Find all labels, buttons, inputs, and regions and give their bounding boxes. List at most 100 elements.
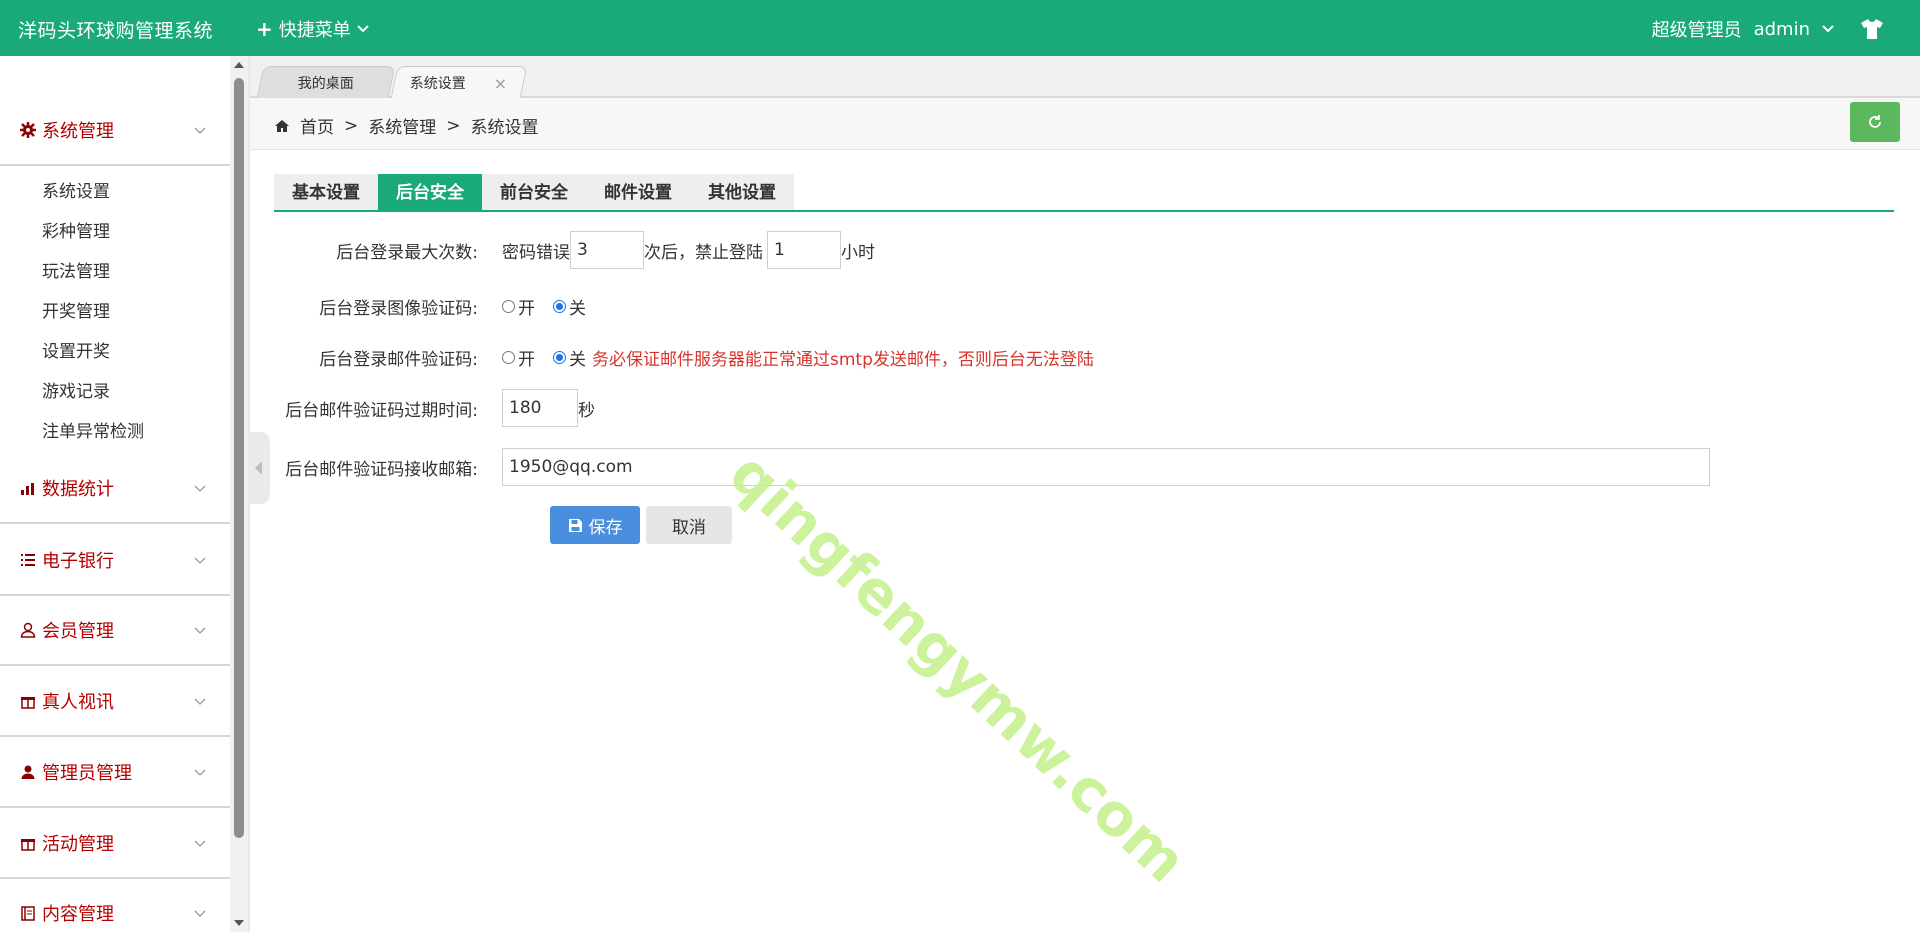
breadcrumb: 首页 > 系统管理 > 系统设置 [274,113,539,138]
sidebar-group-label: 数据统计 [42,479,114,500]
scrollbar-thumb[interactable] [234,78,244,838]
tab-label: 系统设置 [410,75,467,92]
breadcrumb-home[interactable]: 首页 [300,113,334,138]
sidebar-item-lottery-types[interactable]: 彩种管理 [0,212,230,252]
sidebar-item-play-rules[interactable]: 玩法管理 [0,252,230,292]
form-row-email-expire: 后台邮件验证码过期时间: 180 秒 [274,389,1894,427]
sidebar-item-content[interactable]: 内容管理 [0,879,230,932]
sidebar-group-activities: 活动管理 [0,809,230,879]
tab-frontend-security[interactable]: 前台安全 [482,174,586,212]
sidebar-item-members[interactable]: 会员管理 [0,596,230,666]
radio-label: 关 [569,350,586,370]
tab-my-desktop[interactable]: 我的桌面 [256,66,396,98]
email-expire-unit: 秒 [578,400,595,421]
breadcrumb-separator: > [344,115,359,136]
email-expire-label: 后台邮件验证码过期时间: [285,400,478,421]
gear-icon [20,122,36,138]
sidebar-item-admins[interactable]: 管理员管理 [0,738,230,808]
tab-basic-settings[interactable]: 基本设置 [274,174,378,212]
sidebar-item-live-video[interactable]: 真人视讯 [0,667,230,737]
username: admin [1753,18,1810,40]
bar-chart-icon [21,483,34,495]
close-icon[interactable]: × [494,73,507,92]
breadcrumb-level2: 系统设置 [470,118,539,138]
tab-system-settings[interactable]: 系统设置 × [390,66,528,98]
form-row-email-captcha: 后台登录邮件验证码: 开 关 务必保证邮件服务器能正常通过smtp发送邮件，否则… [274,345,1894,370]
document-tab-bar: 我的桌面 系统设置 × [250,56,1920,98]
refresh-button[interactable] [1850,102,1900,142]
chevron-down-icon [194,127,206,134]
image-captcha-on-radio[interactable]: 开 [502,294,535,319]
radio-circle-checked [553,300,566,313]
breadcrumb-separator: > [446,115,461,136]
form-row-max-login: 后台登录最大次数: 密码错误 3 次后，禁止登陆 1 小时 [274,231,1894,269]
sidebar-item-draw-management[interactable]: 开奖管理 [0,292,230,332]
sidebar-item-activities[interactable]: 活动管理 [0,809,230,879]
sidebar-item-set-draw[interactable]: 设置开奖 [0,332,230,372]
login-attempts-input[interactable]: 3 [570,231,644,269]
chevron-down-icon [194,557,206,564]
refresh-icon [1869,115,1881,128]
email-receiver-label: 后台邮件验证码接收邮箱: [285,459,478,480]
form-row-email-receiver: 后台邮件验证码接收邮箱: 1950@qq.com [274,448,1894,486]
save-label: 保存 [588,517,623,538]
sidebar-item-system-management[interactable]: 系统管理 [0,96,230,166]
chevron-down-icon [194,769,206,776]
gift-icon [21,697,35,709]
sidebar-group-stats: 数据统计 [0,454,230,524]
breadcrumb-bar: 首页 > 系统管理 > 系统设置 [250,98,1920,150]
radio-label: 开 [518,350,535,370]
sidebar-group-label: 内容管理 [42,904,114,925]
sidebar-group-label: 真人视讯 [42,692,114,713]
chevron-down-icon [1822,25,1834,33]
email-captcha-label: 后台登录邮件验证码: [319,350,478,370]
sidebar-collapse-handle[interactable] [248,432,270,504]
scroll-down-arrow-icon[interactable] [234,920,244,926]
max-login-middle: 次后，禁止登陆 [644,242,763,263]
sidebar-submenu: 系统设置 彩种管理 玩法管理 开奖管理 设置开奖 游戏记录 注单异常检测 [0,166,230,452]
skin-shirt-icon[interactable] [1860,18,1884,40]
sidebar-group-label: 系统管理 [42,121,114,142]
quick-menu-button[interactable]: + 快捷菜单 [256,16,369,42]
tab-other-settings[interactable]: 其他设置 [690,174,794,212]
sidebar-item-e-bank[interactable]: 电子银行 [0,526,230,596]
sidebar-group-label: 会员管理 [42,621,114,642]
sidebar-item-game-records[interactable]: 游戏记录 [0,372,230,412]
chevron-down-icon [194,840,206,847]
quick-menu-label: 快捷菜单 [278,20,351,41]
tab-backend-security[interactable]: 后台安全 [378,174,482,212]
form-row-image-captcha: 后台登录图像验证码: 开 关 [274,294,1894,319]
breadcrumb-level1[interactable]: 系统管理 [368,113,436,138]
max-login-suffix: 小时 [841,242,875,263]
sidebar-group-label: 活动管理 [42,834,114,855]
user-filled-icon [21,765,35,779]
home-icon [275,119,289,132]
radio-label: 开 [518,299,535,319]
max-login-label: 后台登录最大次数: [336,242,478,263]
tab-label: 我的桌面 [297,75,354,92]
user-role: 超级管理员 [1651,20,1742,41]
sidebar-scrollbar[interactable] [230,56,248,932]
sidebar: 系统管理 系统设置 彩种管理 玩法管理 开奖管理 设置开奖 游戏记录 注单异常检… [0,56,230,932]
email-receiver-input[interactable]: 1950@qq.com [502,448,1710,486]
cancel-button[interactable]: 取消 [646,506,732,544]
email-expire-input[interactable]: 180 [502,389,578,427]
image-captcha-off-radio[interactable]: 关 [553,294,586,319]
scroll-up-arrow-icon[interactable] [234,62,244,68]
floppy-disk-icon [568,518,582,532]
sidebar-group-label: 管理员管理 [42,763,132,784]
email-captcha-off-radio[interactable]: 关 [553,345,586,370]
sidebar-group-live: 真人视讯 [0,667,230,737]
sidebar-item-system-settings[interactable]: 系统设置 [0,172,230,212]
lockout-hours-input[interactable]: 1 [767,231,841,269]
user-icon [20,622,36,638]
tab-mail-settings[interactable]: 邮件设置 [586,174,690,212]
watermark-text: qingfengymw.com [716,439,1200,896]
sidebar-item-data-stats[interactable]: 数据统计 [0,454,230,524]
email-captcha-on-radio[interactable]: 开 [502,345,535,370]
user-menu[interactable]: 超级管理员 admin [1652,16,1834,42]
chevron-down-icon [194,910,206,917]
list-icon [21,554,35,566]
sidebar-item-bet-anomaly[interactable]: 注单异常检测 [0,412,230,452]
save-button[interactable]: 保存 [550,506,640,544]
